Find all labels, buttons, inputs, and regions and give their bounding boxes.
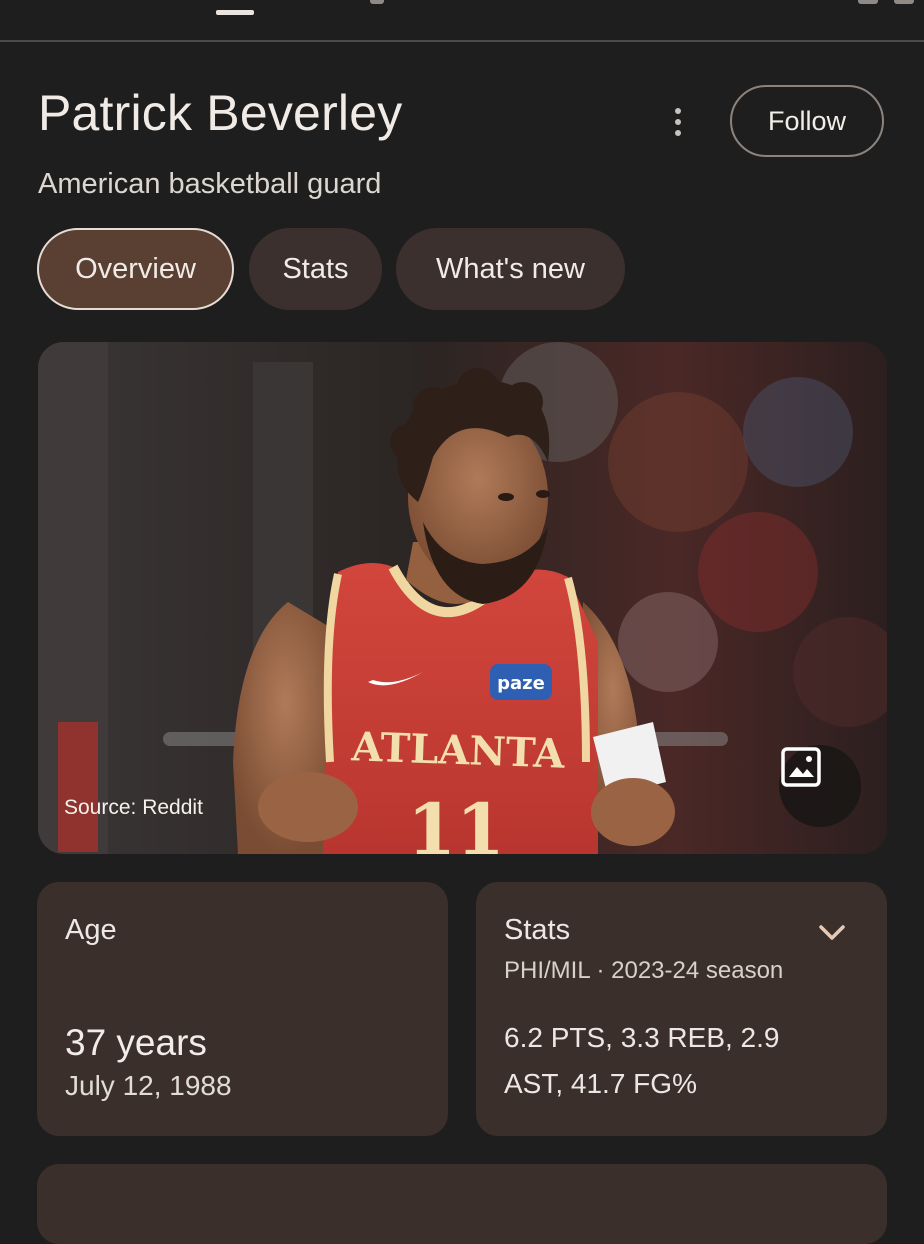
header-divider bbox=[0, 40, 924, 42]
active-tab-indicator bbox=[216, 10, 254, 15]
stats-card[interactable]: Stats PHI/MIL · 2023-24 season 6.2 PTS, … bbox=[476, 882, 887, 1136]
jersey-text: ATLANTA bbox=[350, 723, 566, 777]
image-source-label: Source: Reddit bbox=[64, 796, 203, 819]
next-card[interactable] bbox=[37, 1164, 887, 1244]
player-photo-illustration: paze ATLANTA 11 bbox=[38, 342, 887, 854]
image-icon bbox=[781, 747, 821, 787]
jersey-sponsor: paze bbox=[497, 673, 545, 694]
page-subtitle: American basketball guard bbox=[38, 168, 382, 200]
age-card[interactable]: Age 37 years July 12, 1988 bbox=[37, 882, 448, 1136]
birth-date: July 12, 1988 bbox=[65, 1070, 232, 1101]
cropped-tab-fragment bbox=[894, 0, 914, 4]
tab-overview[interactable]: Overview bbox=[37, 228, 234, 310]
tab-stats[interactable]: Stats bbox=[249, 228, 382, 310]
more-vert-icon bbox=[675, 108, 681, 114]
tab-whats-new[interactable]: What's new bbox=[396, 228, 625, 310]
stats-season: PHI/MIL · 2023-24 season bbox=[504, 957, 784, 984]
page-title: Patrick Beverley bbox=[38, 85, 403, 141]
stats-heading: Stats bbox=[504, 914, 571, 946]
stats-line-1: 6.2 PTS, 3.3 REB, 2.9 bbox=[504, 1022, 780, 1053]
follow-button[interactable]: Follow bbox=[730, 85, 884, 157]
age-value: 37 years bbox=[65, 1022, 207, 1063]
cropped-tab-fragment bbox=[858, 0, 878, 4]
more-options-button[interactable] bbox=[660, 100, 696, 144]
top-tab-strip bbox=[0, 0, 924, 42]
jersey-number: 11 bbox=[407, 788, 504, 854]
stats-line-2: AST, 41.7 FG% bbox=[504, 1068, 697, 1099]
age-heading: Age bbox=[65, 914, 117, 946]
view-images-button[interactable] bbox=[779, 745, 861, 827]
cropped-tab-fragment bbox=[370, 0, 384, 4]
player-photo[interactable]: paze ATLANTA 11 Source: Reddit bbox=[38, 342, 887, 854]
chevron-down-icon[interactable] bbox=[816, 920, 848, 944]
